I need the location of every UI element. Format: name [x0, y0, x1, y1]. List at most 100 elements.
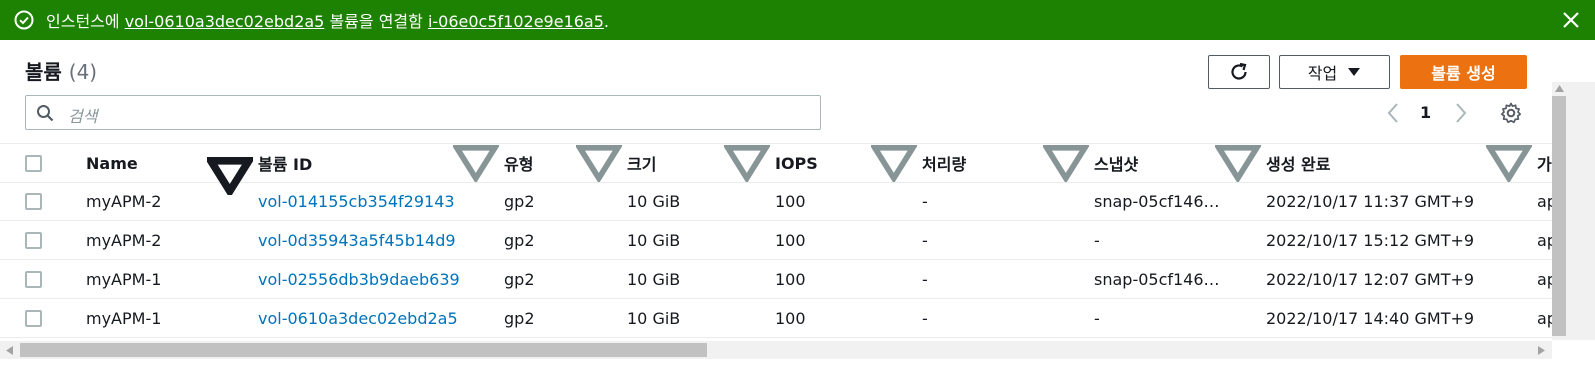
table-header: Name 볼륨 ID 유형 크기 IOPS 처리량 스냅샷 생성 완료 가	[0, 143, 1552, 195]
column-header-size[interactable]: 크기	[627, 144, 656, 182]
cell-volume-id-link[interactable]: vol-0d35943a5f45b14d9	[258, 231, 456, 250]
cell-name: myAPM-2	[86, 192, 162, 211]
cell-size: 10 GiB	[627, 309, 681, 328]
cell-type: gp2	[504, 270, 535, 289]
sort-icon[interactable]	[724, 144, 770, 182]
cell-throughput: -	[922, 231, 928, 250]
column-header-snapshot[interactable]: 스냅샷	[1094, 144, 1138, 182]
scroll-right-icon[interactable]	[1538, 346, 1546, 355]
cell-created: 2022/10/17 12:07 GMT+9	[1266, 270, 1475, 289]
check-circle-icon	[14, 10, 34, 30]
search-placeholder: 검색	[68, 107, 98, 126]
volume-count: (4)	[68, 60, 98, 84]
scroll-left-icon[interactable]	[5, 346, 13, 355]
search-icon	[37, 105, 54, 122]
vertical-scroll-thumb[interactable]	[1552, 96, 1566, 336]
row-checkbox[interactable]	[25, 232, 42, 249]
cell-iops: 100	[775, 192, 806, 211]
cell-volume-id-link[interactable]: vol-0610a3dec02ebd2a5	[258, 309, 458, 328]
cell-created: 2022/10/17 15:12 GMT+9	[1266, 231, 1475, 250]
cell-volume-id-link[interactable]: vol-014155cb354f29143	[258, 192, 455, 211]
chevron-right-icon[interactable]	[1453, 102, 1469, 124]
column-label: 생성 완료	[1266, 155, 1331, 174]
volumes-panel: 볼륨 (4) 작업 볼륨 생성 검색 1 Name 볼륨 ID 유형 크기 IO…	[0, 40, 1595, 370]
column-header-iops[interactable]: IOPS	[775, 144, 818, 182]
column-header-type[interactable]: 유형	[504, 144, 533, 182]
select-all-checkbox[interactable]	[25, 155, 42, 172]
vertical-scrollbar[interactable]	[1552, 82, 1595, 340]
sort-icon[interactable]	[576, 144, 622, 182]
flash-prefix: 인스턴스에	[46, 12, 120, 31]
cell-extra: ap	[1537, 231, 1552, 250]
cell-extra: ap	[1537, 192, 1552, 211]
scroll-up-icon[interactable]	[1555, 84, 1564, 92]
caret-down-icon	[1348, 68, 1361, 76]
gear-icon[interactable]	[1499, 101, 1523, 125]
cell-snapshot: snap-05cf146…	[1094, 270, 1220, 289]
row-checkbox[interactable]	[25, 271, 42, 288]
sort-icon[interactable]	[453, 144, 499, 182]
sort-icon[interactable]	[871, 144, 917, 182]
row-checkbox[interactable]	[25, 310, 42, 327]
cell-type: gp2	[504, 309, 535, 328]
cell-throughput: -	[922, 309, 928, 328]
chevron-left-icon[interactable]	[1385, 102, 1401, 124]
cell-snapshot: -	[1094, 309, 1100, 328]
column-header-name[interactable]: Name	[86, 144, 138, 182]
cell-size: 10 GiB	[627, 192, 681, 211]
cell-throughput: -	[922, 192, 928, 211]
sort-icon[interactable]	[1043, 144, 1089, 182]
flash-instance-link[interactable]: i-06e0c5f102e9e16a5	[428, 12, 604, 31]
success-flash-banner: 인스턴스에 vol-0610a3dec02ebd2a5 볼륨을 연결함 i-06…	[0, 0, 1595, 40]
page-number[interactable]: 1	[1420, 103, 1431, 122]
column-label: Name	[86, 153, 138, 173]
volumes-table: Name 볼륨 ID 유형 크기 IOPS 처리량 스냅샷 생성 완료 가 my…	[0, 143, 1552, 340]
cell-iops: 100	[775, 231, 806, 250]
close-icon[interactable]	[1560, 9, 1582, 31]
flash-middle: 볼륨을 연결함	[329, 12, 423, 31]
horizontal-scrollbar[interactable]	[0, 341, 1552, 359]
cell-size: 10 GiB	[627, 231, 681, 250]
column-label: 스냅샷	[1094, 155, 1139, 174]
cell-throughput: -	[922, 270, 928, 289]
search-input[interactable]: 검색	[25, 95, 821, 130]
refresh-icon	[1231, 62, 1247, 80]
table-row[interactable]: myAPM-1 vol-0610a3dec02ebd2a5 gp2 10 GiB…	[0, 299, 1552, 338]
table-row[interactable]: myAPM-2 vol-0d35943a5f45b14d9 gp2 10 GiB…	[0, 221, 1552, 260]
cell-type: gp2	[504, 231, 535, 250]
cell-created: 2022/10/17 11:37 GMT+9	[1266, 192, 1475, 211]
cell-snapshot: snap-05cf146…	[1094, 192, 1220, 211]
actions-button[interactable]: 작업	[1279, 55, 1390, 89]
column-header-throughput[interactable]: 처리량	[922, 144, 966, 182]
sort-icon[interactable]	[1215, 144, 1261, 182]
refresh-button[interactable]	[1208, 55, 1270, 89]
table-row[interactable]: myAPM-2 vol-014155cb354f29143 gp2 10 GiB…	[0, 182, 1552, 221]
cell-name: myAPM-1	[86, 309, 162, 328]
cell-iops: 100	[775, 309, 806, 328]
cell-snapshot: -	[1094, 231, 1100, 250]
cell-extra: ap	[1537, 270, 1552, 289]
row-checkbox[interactable]	[25, 193, 42, 210]
cell-extra: ap	[1537, 309, 1552, 328]
flash-volume-link[interactable]: vol-0610a3dec02ebd2a5	[125, 12, 325, 31]
page-title: 볼륨 (4)	[25, 56, 97, 85]
column-header-created[interactable]: 생성 완료	[1266, 144, 1330, 182]
cell-volume-id-link[interactable]: vol-02556db3b9daeb639	[258, 270, 460, 289]
column-label: 크기	[627, 155, 657, 174]
flash-message: 인스턴스에 vol-0610a3dec02ebd2a5 볼륨을 연결함 i-06…	[46, 8, 609, 32]
cell-name: myAPM-1	[86, 270, 162, 289]
create-volume-button[interactable]: 볼륨 생성	[1400, 55, 1527, 89]
table-row[interactable]: myAPM-1 vol-02556db3b9daeb639 gp2 10 GiB…	[0, 260, 1552, 299]
sort-icon[interactable]	[1486, 144, 1532, 182]
column-header-volume-id[interactable]: 볼륨 ID	[258, 144, 312, 182]
cell-iops: 100	[775, 270, 806, 289]
flash-suffix: .	[603, 12, 610, 31]
actions-label: 작업	[1307, 64, 1338, 83]
column-label: 볼륨 ID	[258, 155, 313, 174]
cell-created: 2022/10/17 14:40 GMT+9	[1266, 309, 1475, 328]
column-label: IOPS	[775, 153, 818, 173]
horizontal-scroll-thumb[interactable]	[20, 343, 707, 357]
column-header-extra[interactable]: 가	[1537, 144, 1552, 182]
cell-size: 10 GiB	[627, 270, 681, 289]
column-label: 가	[1537, 155, 1552, 174]
